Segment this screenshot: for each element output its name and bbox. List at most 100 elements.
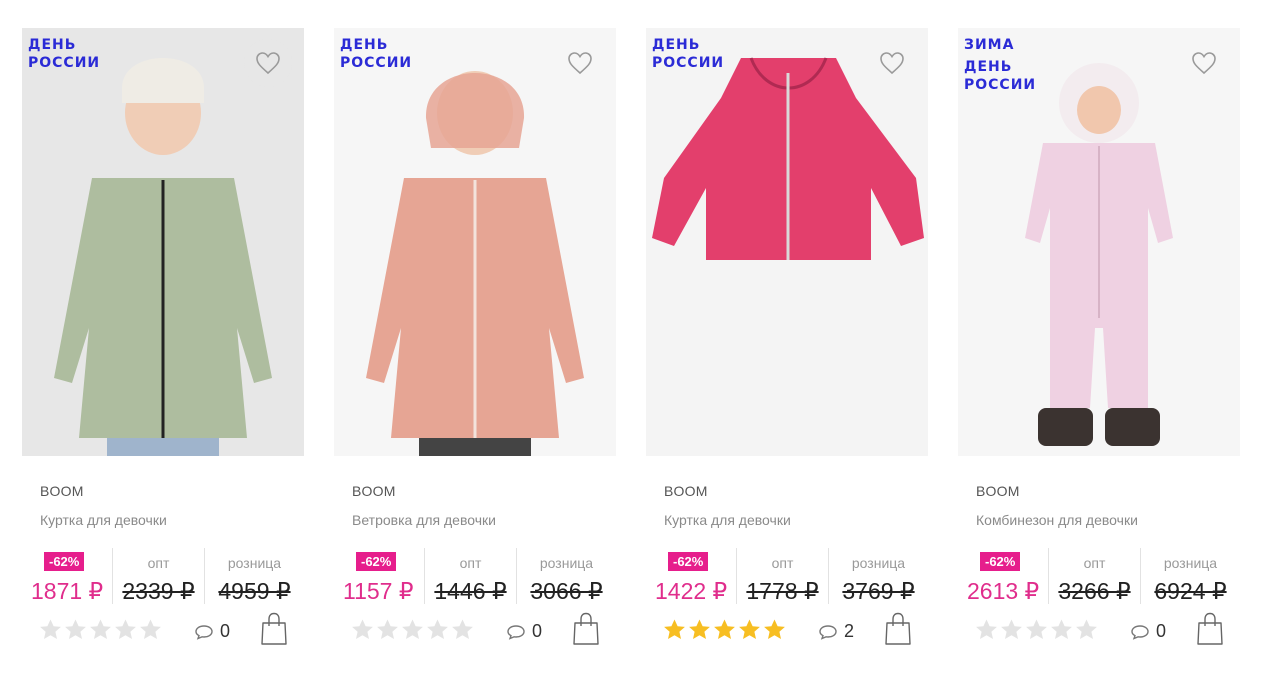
star-icon[interactable] (687, 618, 712, 642)
add-to-cart-button[interactable] (884, 612, 912, 646)
current-price-column: -62% 1871 ₽ (22, 548, 112, 604)
current-price: 1157 ₽ (343, 578, 414, 604)
star-icon[interactable] (662, 618, 687, 642)
star-icon[interactable] (375, 618, 400, 642)
comments-count[interactable]: 0 (506, 621, 542, 642)
price-block: -62% 1871 ₽ опт 2339 ₽ розница 4959 ₽ (22, 548, 304, 604)
opt-price: 3266 ₽ (1058, 578, 1131, 604)
heart-icon (880, 52, 904, 75)
price-block: -62% 1422 ₽ опт 1778 ₽ розница 3769 ₽ (646, 548, 928, 604)
promo-badge: ДЕНЬ (652, 37, 701, 53)
comments-number: 0 (220, 621, 231, 641)
promo-badge: РОССИИ (340, 55, 413, 71)
product-brand[interactable]: BOOM (664, 483, 708, 499)
comment-icon (819, 624, 837, 640)
promo-badge: ДЕНЬ (28, 37, 77, 53)
retail-price-column: розница 3769 ₽ (828, 548, 928, 604)
product-name[interactable]: Ветровка для девочки (352, 512, 496, 528)
star-icon[interactable] (138, 618, 163, 642)
retail-price-column: розница 4959 ₽ (204, 548, 304, 604)
star-icon[interactable] (1049, 618, 1074, 642)
product-name[interactable]: Куртка для девочки (40, 512, 167, 528)
favorite-button[interactable] (244, 39, 292, 87)
star-icon[interactable] (38, 618, 63, 642)
favorite-button[interactable] (556, 39, 604, 87)
add-to-cart-button[interactable] (572, 612, 600, 646)
retail-price-column: розница 6924 ₽ (1140, 548, 1240, 604)
favorite-button[interactable] (868, 39, 916, 87)
comment-icon (1131, 624, 1149, 640)
product-card[interactable]: ЗИМА ДЕНЬ РОССИИ BOOM Комбинезон для дев… (958, 28, 1240, 668)
star-icon[interactable] (450, 618, 475, 642)
star-icon[interactable] (88, 618, 113, 642)
current-price-column: -62% 2613 ₽ (958, 548, 1048, 604)
promo-badges: ЗИМА ДЕНЬ РОССИИ (964, 38, 1036, 96)
promo-badges: ДЕНЬ РОССИИ (652, 38, 724, 74)
product-name[interactable]: Куртка для девочки (664, 512, 791, 528)
product-illustration (652, 57, 924, 260)
product-grid: ДЕНЬ РОССИИ BOOM Куртка для девочки -62%… (22, 28, 1258, 668)
star-icon[interactable] (400, 618, 425, 642)
star-icon[interactable] (737, 618, 762, 642)
product-photo[interactable] (22, 28, 304, 456)
star-icon[interactable] (1074, 618, 1099, 642)
product-photo[interactable] (334, 28, 616, 456)
promo-badge: ДЕНЬ (340, 37, 389, 53)
retail-price: 3066 ₽ (530, 578, 603, 604)
product-card[interactable]: ДЕНЬ РОССИИ BOOM Куртка для девочки -62%… (646, 28, 928, 668)
heart-icon (256, 52, 280, 75)
retail-label: розница (227, 555, 282, 571)
star-icon[interactable] (999, 618, 1024, 642)
heart-icon (568, 52, 592, 75)
comments-count[interactable]: 0 (1130, 621, 1166, 642)
product-brand[interactable]: BOOM (976, 483, 1020, 499)
star-icon[interactable] (350, 618, 375, 642)
opt-price: 1778 ₽ (746, 578, 819, 604)
opt-label: опт (147, 555, 170, 571)
add-to-cart-button[interactable] (260, 612, 288, 646)
retail-label: розница (1163, 555, 1218, 571)
current-price: 1422 ₽ (655, 578, 728, 604)
add-to-cart-button[interactable] (1196, 612, 1224, 646)
star-icon[interactable] (762, 618, 787, 642)
opt-price: 2339 ₽ (122, 578, 195, 604)
promo-badge: ДЕНЬ (964, 59, 1013, 75)
shopping-bag-icon (573, 612, 599, 645)
opt-price: 1446 ₽ (434, 578, 507, 604)
price-block: -62% 2613 ₽ опт 3266 ₽ розница 6924 ₽ (958, 548, 1240, 604)
comments-count[interactable]: 0 (194, 621, 230, 642)
rating-stars[interactable] (974, 618, 1099, 642)
retail-price-column: розница 3066 ₽ (516, 548, 616, 604)
retail-label: розница (851, 555, 906, 571)
product-illustration (366, 71, 584, 456)
product-card[interactable]: ДЕНЬ РОССИИ BOOM Куртка для девочки -62%… (22, 28, 304, 668)
product-brand[interactable]: BOOM (40, 483, 84, 499)
comments-number: 0 (1156, 621, 1167, 641)
favorite-button[interactable] (1180, 39, 1228, 87)
product-name[interactable]: Комбинезон для девочки (976, 512, 1138, 528)
star-icon[interactable] (63, 618, 88, 642)
product-brand[interactable]: BOOM (352, 483, 396, 499)
star-icon[interactable] (113, 618, 138, 642)
comment-icon (195, 624, 213, 640)
rating-stars[interactable] (38, 618, 163, 642)
star-icon[interactable] (974, 618, 999, 642)
opt-label: опт (1083, 555, 1106, 571)
product-card[interactable]: ДЕНЬ РОССИИ BOOM Ветровка для девочки -6… (334, 28, 616, 668)
opt-price-column: опт 1778 ₽ (736, 548, 828, 604)
shopping-bag-icon (885, 612, 911, 645)
star-icon[interactable] (712, 618, 737, 642)
rating-stars[interactable] (662, 618, 787, 642)
rating-stars[interactable] (350, 618, 475, 642)
retail-price: 4959 ₽ (218, 578, 291, 604)
discount-badge: -62% (668, 552, 709, 571)
opt-price-column: опт 3266 ₽ (1048, 548, 1140, 604)
opt-price-column: опт 2339 ₽ (112, 548, 204, 604)
star-icon[interactable] (1024, 618, 1049, 642)
current-price: 2613 ₽ (967, 578, 1040, 604)
comments-count[interactable]: 2 (818, 621, 854, 642)
product-photo[interactable] (646, 28, 928, 456)
current-price-column: -62% 1422 ₽ (646, 548, 736, 604)
promo-badges: ДЕНЬ РОССИИ (28, 38, 100, 74)
star-icon[interactable] (425, 618, 450, 642)
